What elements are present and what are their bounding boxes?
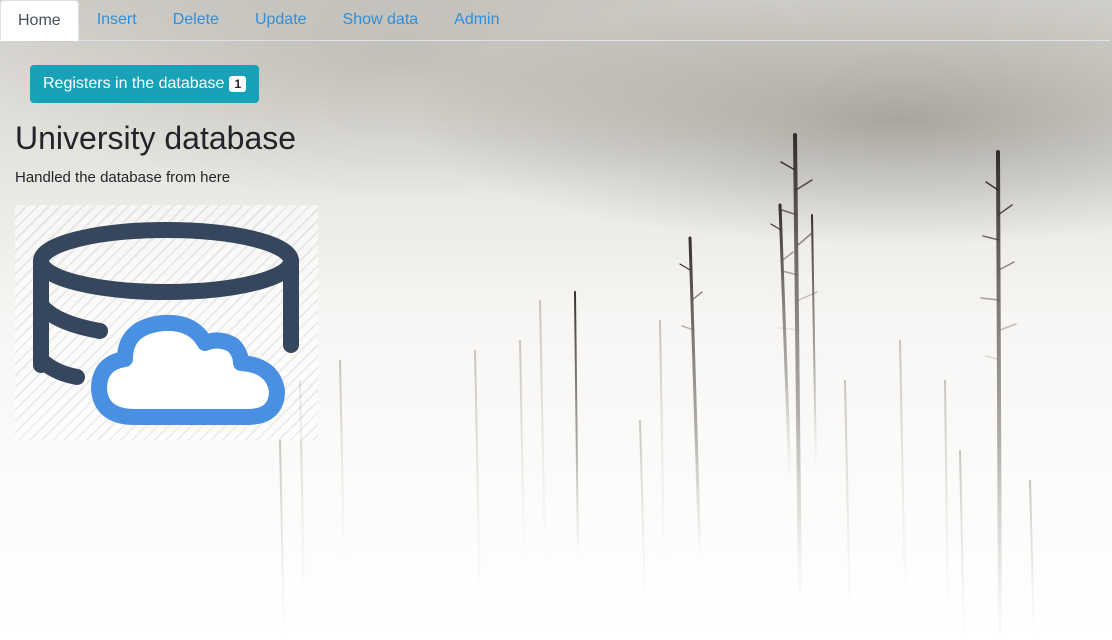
database-cloud-icon bbox=[15, 205, 318, 440]
registers-count-button[interactable]: Registers in the database 1 bbox=[30, 65, 260, 103]
nav-tabs: Home Insert Delete Update Show data Admin bbox=[0, 0, 1110, 41]
registers-count-label: Registers in the database bbox=[43, 75, 225, 92]
page-title: University database bbox=[15, 120, 297, 156]
tab-update[interactable]: Update bbox=[237, 0, 325, 40]
page-subtitle: Handled the database from here bbox=[15, 169, 231, 186]
tab-delete[interactable]: Delete bbox=[155, 0, 237, 40]
tab-insert[interactable]: Insert bbox=[79, 0, 155, 40]
tab-admin[interactable]: Admin bbox=[436, 0, 517, 40]
tab-show-data[interactable]: Show data bbox=[325, 0, 437, 40]
registers-count-badge: 1 bbox=[229, 76, 247, 92]
tab-home[interactable]: Home bbox=[0, 0, 79, 41]
